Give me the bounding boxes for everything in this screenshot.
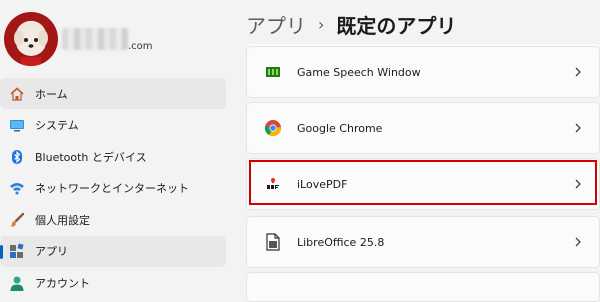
person-icon [9, 275, 25, 291]
main-content: アプリ › 既定のアプリ Game Speech Window Google C… [232, 0, 600, 302]
app-row-ilovepdf[interactable]: iLovePDF [246, 158, 600, 210]
sidebar-item-label: ネットワークとインターネット [35, 182, 189, 195]
game-speech-icon [263, 62, 283, 82]
avatar[interactable] [4, 12, 58, 66]
sidebar-item-system[interactable]: システム [0, 110, 226, 141]
app-row-next[interactable] [246, 272, 600, 302]
monitor-icon [9, 117, 25, 133]
sidebar-item-label: 個人用設定 [35, 213, 90, 227]
chevron-right-icon [575, 123, 581, 133]
email-domain: .com [128, 41, 153, 52]
sidebar-item-label: ホーム [35, 87, 68, 101]
sidebar-item-label: アカウント [35, 276, 90, 290]
ilovepdf-icon [263, 174, 283, 194]
app-name: LibreOffice 25.8 [297, 235, 385, 249]
sidebar: .com ホーム システム Bluetooth とデバイス ネットワークとインタ… [0, 0, 232, 291]
sidebar-item-personalization[interactable]: 個人用設定 [0, 204, 226, 235]
breadcrumb-parent[interactable]: アプリ [246, 10, 306, 39]
sidebar-item-label: システム [35, 119, 79, 132]
chevron-right-icon [575, 67, 581, 77]
nav-list: ホーム システム Bluetooth とデバイス ネットワークとインターネット … [0, 78, 226, 299]
libreoffice-icon [263, 232, 283, 252]
wifi-icon [9, 180, 25, 196]
chrome-icon [263, 118, 283, 138]
chevron-right-icon [575, 237, 581, 247]
app-name: iLovePDF [297, 177, 348, 191]
paintbrush-icon [9, 212, 25, 228]
sidebar-item-network[interactable]: ネットワークとインターネット [0, 173, 226, 204]
sidebar-item-apps[interactable]: アプリ [0, 235, 226, 267]
home-icon [9, 86, 25, 102]
app-row-game-speech-window[interactable]: Game Speech Window [246, 46, 600, 98]
sidebar-item-home[interactable]: ホーム [0, 78, 226, 109]
email-redacted [62, 28, 128, 50]
app-name: Google Chrome [297, 121, 383, 135]
sidebar-item-label: Bluetooth とデバイス [35, 150, 147, 164]
app-row-google-chrome[interactable]: Google Chrome [246, 102, 600, 154]
app-name: Game Speech Window [297, 65, 421, 79]
app-row-libreoffice[interactable]: LibreOffice 25.8 [246, 216, 600, 268]
bluetooth-icon [9, 149, 25, 165]
chevron-right-icon [575, 179, 581, 189]
page-title: 既定のアプリ [336, 13, 457, 38]
sidebar-item-bluetooth[interactable]: Bluetooth とデバイス [0, 141, 226, 172]
sidebar-item-label: アプリ [35, 245, 68, 258]
selection-indicator [0, 244, 3, 259]
breadcrumb-separator: › [318, 14, 325, 34]
breadcrumb: アプリ › 既定のアプリ [246, 8, 456, 40]
apps-icon [9, 243, 25, 259]
sidebar-item-accounts[interactable]: アカウント [0, 267, 226, 298]
user-profile[interactable]: .com [0, 6, 232, 76]
